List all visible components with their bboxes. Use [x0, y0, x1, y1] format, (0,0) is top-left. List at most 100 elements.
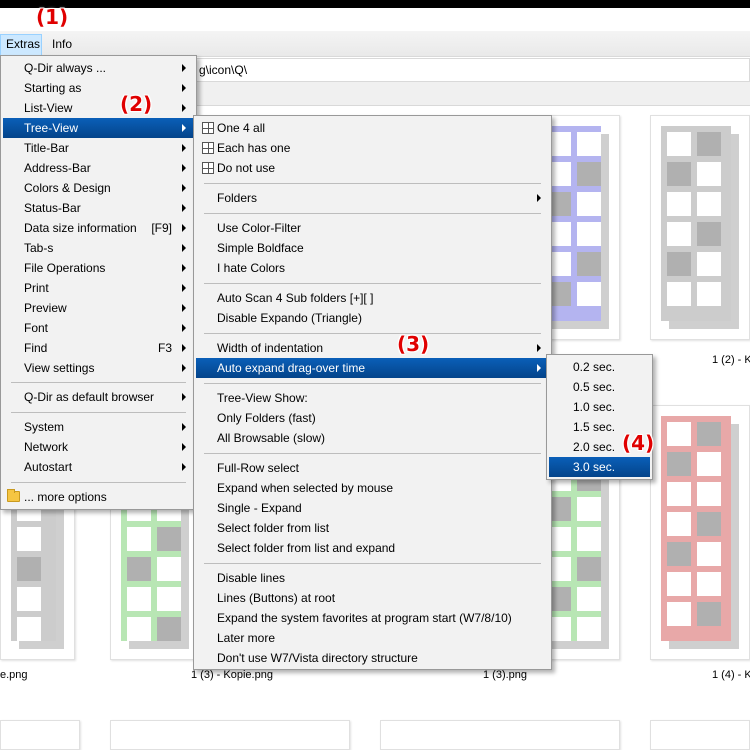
submenu-arrow-icon [182, 224, 186, 232]
treeview-menu-item-label: Width of indentation [217, 341, 324, 355]
submenu-arrow-icon [182, 423, 186, 431]
treeview-menu-item[interactable]: Only Folders (fast) [196, 408, 549, 428]
treeview-menu-item[interactable]: Select folder from list and expand [196, 538, 549, 558]
thumbnail-cell [577, 192, 601, 216]
treeview-menu-item[interactable]: Width of indentation [196, 338, 549, 358]
extras-menu-item[interactable]: View settings [3, 358, 194, 378]
treeview-menu-item[interactable]: Full-Row select [196, 458, 549, 478]
extras-menu-item[interactable]: Starting as [3, 78, 194, 98]
treeview-menu-item[interactable]: Auto expand drag-over time [196, 358, 549, 378]
extras-menu-item[interactable]: Tree-View [3, 118, 194, 138]
extras-menu-item[interactable]: Network [3, 437, 194, 457]
treeview-menu-item[interactable]: Use Color-Filter [196, 218, 549, 238]
treeview-menu-item-label: Expand when selected by mouse [217, 481, 394, 495]
extras-menu-item[interactable]: Title-Bar [3, 138, 194, 158]
submenu-arrow-icon [182, 324, 186, 332]
thumbnail-cell [667, 162, 691, 186]
thumbnail-cell [667, 192, 691, 216]
thumbnail-image [661, 416, 731, 641]
treeview-menu-item[interactable]: Disable lines [196, 568, 549, 588]
treeview-menu-item[interactable]: Simple Boldface [196, 238, 549, 258]
thumbnail[interactable] [380, 720, 620, 750]
extras-menu-item[interactable]: Data size information [F9] [3, 218, 194, 238]
extras-menu-item[interactable]: Print [3, 278, 194, 298]
extras-menu-item[interactable]: Q-Dir always ... [3, 58, 194, 78]
submenu-arrow-icon [182, 393, 186, 401]
thumbnail-cell [697, 162, 721, 186]
dragover-menu-item[interactable]: 1.0 sec. [549, 397, 650, 417]
thumbnail-cell [157, 527, 181, 551]
submenu-arrow-icon [182, 344, 186, 352]
thumbnail-cell [667, 422, 691, 446]
dragover-menu-item-label: 0.2 sec. [573, 360, 616, 374]
extras-menu-item-label: Q-Dir always ... [24, 61, 107, 75]
treeview-menu-item[interactable]: Lines (Buttons) at root [196, 588, 549, 608]
extras-menu-item[interactable]: Q-Dir as default browser [3, 387, 194, 407]
treeview-menu-item[interactable]: Auto Scan 4 Sub folders [+][ ] [196, 288, 549, 308]
treeview-menu-item[interactable]: Do not use [196, 158, 549, 178]
extras-menu-item[interactable]: Preview [3, 298, 194, 318]
annotation-4: (4) [622, 431, 655, 455]
dragover-menu-item[interactable]: 0.5 sec. [549, 377, 650, 397]
folder-icon [7, 489, 20, 502]
thumbnail-cell [577, 252, 601, 276]
submenu-arrow-icon [182, 184, 186, 192]
submenu-arrow-icon [182, 164, 186, 172]
extras-menu-item[interactable]: File Operations [3, 258, 194, 278]
treeview-menu-item[interactable]: Tree-View Show: [196, 388, 549, 408]
thumbnail[interactable] [650, 115, 750, 340]
treeview-menu-item[interactable]: I hate Colors [196, 258, 549, 278]
treeview-menu-item[interactable]: Folders [196, 188, 549, 208]
treeview-menu-item[interactable]: Expand when selected by mouse [196, 478, 549, 498]
submenu-arrow-icon [537, 364, 541, 372]
extras-menu-item[interactable]: List-View [3, 98, 194, 118]
dragover-menu-item-label: 3.0 sec. [573, 460, 616, 474]
thumbnail-cell [127, 617, 151, 641]
treeview-menu-item[interactable]: Don't use W7/Vista directory structure [196, 648, 549, 668]
extras-menu-item[interactable]: Tab-s [3, 238, 194, 258]
extras-menu-item-label: Tree-View [24, 121, 79, 135]
dragover-menu-item[interactable]: 3.0 sec. [549, 457, 650, 477]
treeview-menu-item[interactable]: All Browsable (slow) [196, 428, 549, 448]
thumbnail-caption: 1 (3).png [483, 669, 528, 681]
extras-menu-item-label: Find [24, 341, 48, 355]
address-bar[interactable]: g\icon\Q\ [196, 58, 750, 82]
menu-info[interactable]: Info [47, 35, 77, 55]
submenu-arrow-icon [537, 344, 541, 352]
menu-separator [11, 412, 186, 413]
grid-icon [202, 122, 214, 134]
menu-extras[interactable]: Extras [0, 34, 42, 56]
thumbnail[interactable] [650, 405, 750, 660]
thumbnail-cell [697, 282, 721, 306]
treeview-menu-item[interactable]: Later more [196, 628, 549, 648]
extras-menu-item[interactable]: Font [3, 318, 194, 338]
treeview-menu-item[interactable]: Each has one [196, 138, 549, 158]
extras-menu-item-label: Data size information [24, 221, 137, 235]
thumbnail-cell [667, 452, 691, 476]
treeview-menu-item[interactable]: Single - Expand [196, 498, 549, 518]
treeview-menu-item-label: All Browsable (slow) [217, 431, 326, 445]
thumbnail-cell [667, 512, 691, 536]
thumbnail-caption: 1 (4) - K [712, 669, 750, 681]
thumbnail[interactable] [0, 720, 80, 750]
extras-menu-item[interactable]: System [3, 417, 194, 437]
treeview-menu-item[interactable]: Expand the system favorites at program s… [196, 608, 549, 628]
extras-menu-item-label: ... more options [24, 490, 107, 504]
thumbnail[interactable] [110, 720, 350, 750]
extras-menu-item[interactable]: ... more options [3, 487, 194, 507]
treeview-menu-item[interactable]: Disable Expando (Triangle) [196, 308, 549, 328]
extras-menu-item[interactable]: Find F3 [3, 338, 194, 358]
extras-menu-item[interactable]: Colors & Design [3, 178, 194, 198]
thumbnail-cell [577, 222, 601, 246]
extras-menu-item[interactable]: Status-Bar [3, 198, 194, 218]
extras-menu-item[interactable]: Address-Bar [3, 158, 194, 178]
thumbnail-cell [667, 482, 691, 506]
dragover-menu-item[interactable]: 0.2 sec. [549, 357, 650, 377]
menu-separator [11, 382, 186, 383]
thumbnail[interactable] [650, 720, 750, 750]
treeview-menu-item[interactable]: One 4 all [196, 118, 549, 138]
treeview-menu-item[interactable]: Select folder from list [196, 518, 549, 538]
extras-menu-item[interactable]: Autostart [3, 457, 194, 477]
thumbnail-cell [157, 557, 181, 581]
dragover-menu-item-label: 0.5 sec. [573, 380, 616, 394]
